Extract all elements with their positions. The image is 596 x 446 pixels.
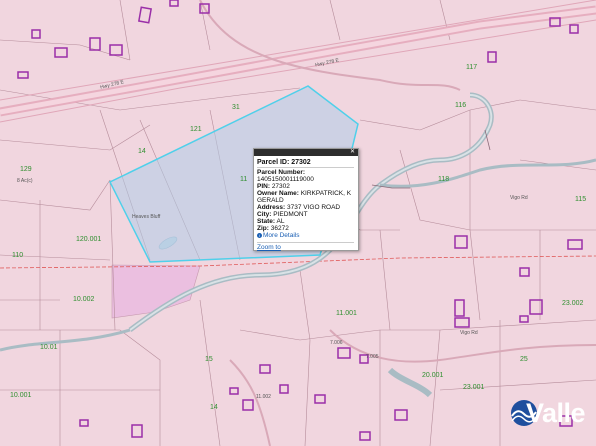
field-city: City: PIEDMONT [257, 211, 308, 218]
zoom-to-link[interactable]: Zoom to [257, 244, 281, 251]
road-label: Vigo Rd [510, 195, 528, 201]
parcel-label: 129 [20, 166, 32, 173]
parcel-label: 20.001 [422, 372, 444, 379]
watermark-logo: Valle [500, 398, 596, 428]
parcel-label: 23.002 [562, 300, 584, 307]
parcel-label: 116 [455, 102, 467, 109]
parcel-label: 14 [138, 148, 146, 155]
more-details-link[interactable]: i More Details [257, 232, 358, 239]
logo-text: Valle [526, 398, 586, 428]
parcel-label: 31 [232, 104, 240, 111]
parcel-label: 23.001 [463, 384, 485, 391]
parcel-label: 10.01 [40, 344, 58, 351]
field-pin: PIN: 27302 [257, 183, 290, 190]
field-address: Address: 3737 VIGO ROAD [257, 204, 341, 211]
field-parcel-number: Parcel Number: [257, 169, 306, 176]
parcel-label: 10.002 [73, 296, 95, 303]
field-owner-name: Owner Name: KIRKPATRICK, K GERALD [257, 190, 352, 204]
popup-title: Parcel ID: 27302 [257, 158, 354, 168]
field-state: State: AL [257, 218, 285, 225]
parcel-label: 11 [240, 176, 248, 183]
parcel-label: 11.001 [336, 310, 357, 317]
close-icon[interactable]: ✕ [350, 148, 355, 156]
parcel-label: 7.005 [366, 354, 379, 360]
popup-titlebar: ✕ [254, 149, 358, 156]
parcel-label: 15 [205, 356, 213, 363]
parcel-label: 7.006 [330, 340, 343, 346]
place-label: Heaves Bluff [132, 214, 161, 220]
popup-body: Parcel ID: 27302 Parcel Number: 14051500… [254, 156, 358, 251]
field-parcel-number-value: 1405150001119000 [257, 176, 314, 183]
parcel-label: 11.002 [256, 394, 271, 400]
parcel-label: 110 [12, 252, 24, 259]
parcel-label: 121 [190, 126, 202, 133]
parcel-label: 115 [575, 196, 587, 203]
parcel-label: 25 [520, 356, 528, 363]
acreage-label: 8 Ac(c) [17, 178, 33, 184]
parcel-label: 120.001 [76, 236, 102, 243]
parcel-label: 117 [466, 64, 478, 71]
field-zip: Zip: 36272 [257, 225, 289, 232]
info-icon: i [257, 232, 262, 238]
parcel-popup: ✕ Parcel ID: 27302 Parcel Number: 140515… [253, 148, 359, 251]
parcel-label: 10.001 [10, 392, 32, 399]
parcel-label: 118 [438, 176, 450, 183]
popup-divider [257, 242, 354, 243]
parcel-label: 14 [210, 404, 218, 411]
road-label: Vigo Rd [460, 330, 478, 336]
